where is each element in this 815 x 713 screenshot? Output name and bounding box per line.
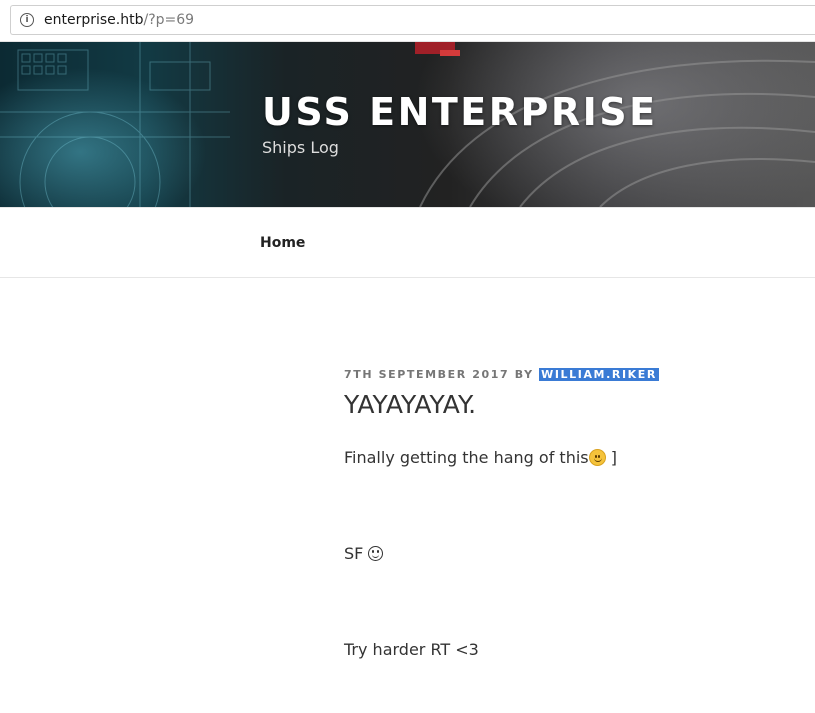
paragraph-text: Try harder RT <3 — [344, 640, 479, 659]
post-date[interactable]: 7TH SEPTEMBER 2017 — [344, 368, 509, 381]
tongue-out-face-icon — [368, 546, 384, 561]
nav-item-home[interactable]: Home — [260, 235, 305, 251]
slightly-smiling-face-icon — [588, 449, 606, 466]
site-title[interactable]: USS ENTERPRISE — [262, 90, 658, 134]
address-bar[interactable]: i enterprise.htb/?p=69 — [10, 5, 815, 35]
site-description: Ships Log — [262, 138, 339, 157]
site-header: USS ENTERPRISE Ships Log — [0, 42, 815, 207]
post-paragraph: Try harder RT <3 — [344, 640, 479, 659]
main-navigation: Home — [0, 207, 815, 278]
info-icon[interactable]: i — [20, 13, 34, 27]
post-paragraph: Finally getting the hang of this ] — [344, 448, 617, 467]
url-path: /?p=69 — [143, 12, 195, 28]
paragraph-text: Finally getting the hang of this — [344, 448, 589, 467]
post-meta: 7TH SEPTEMBER 2017 BY WILLIAM.RIKER — [344, 368, 659, 381]
url-text[interactable]: enterprise.htb/?p=69 — [44, 12, 194, 28]
url-host: enterprise.htb — [44, 12, 144, 28]
paragraph-suffix: ] — [605, 448, 617, 467]
post-by: BY — [514, 368, 534, 381]
browser-toolbar: i enterprise.htb/?p=69 — [0, 0, 815, 42]
post-paragraph: SF — [344, 544, 384, 563]
post-title: YAYAYAYAY. — [344, 390, 477, 419]
author-link[interactable]: WILLIAM.RIKER — [539, 368, 659, 381]
paragraph-text: SF — [344, 544, 364, 563]
